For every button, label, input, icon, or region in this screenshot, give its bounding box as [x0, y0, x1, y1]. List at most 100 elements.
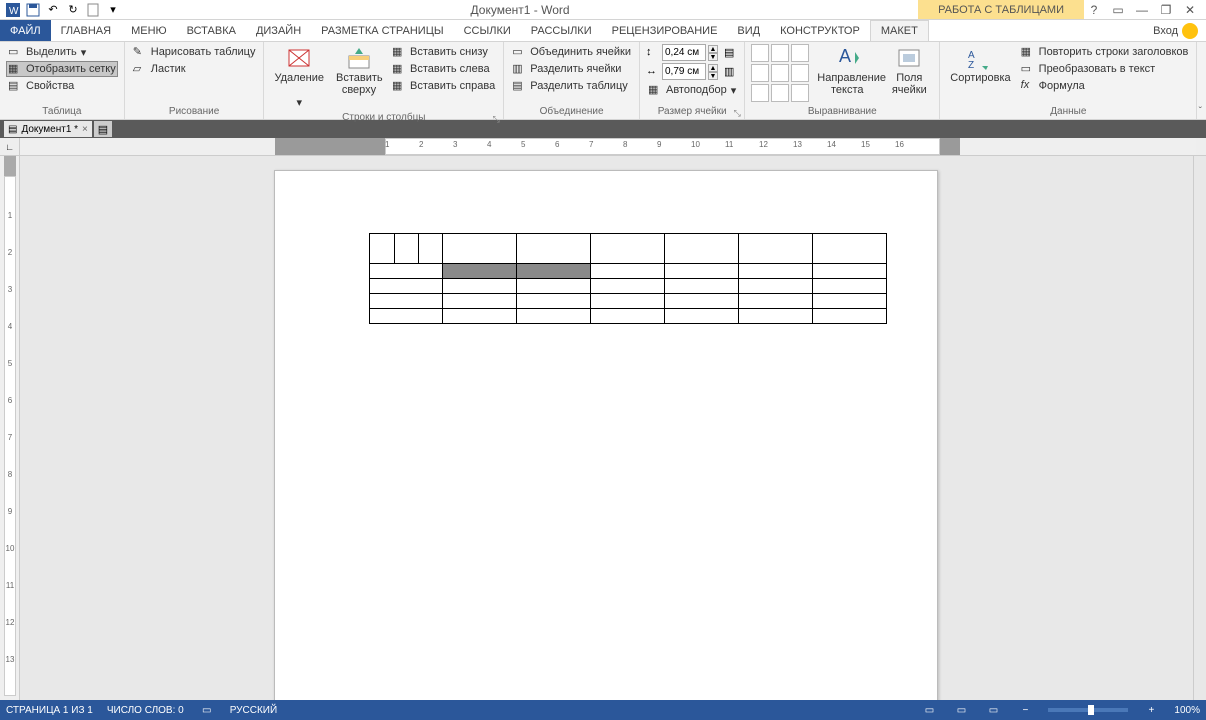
zoom-level[interactable]: 100% — [1174, 705, 1200, 716]
convert-to-text-button[interactable]: ▭Преобразовать в текст — [1019, 61, 1191, 77]
document-canvas[interactable] — [20, 156, 1193, 700]
status-language[interactable]: РУССКИЙ — [230, 705, 277, 716]
zoom-in-button[interactable]: + — [1142, 703, 1160, 717]
table-row[interactable] — [370, 264, 887, 279]
table-cell[interactable] — [370, 279, 443, 294]
new-tab-button[interactable]: ▤ — [94, 121, 112, 137]
table-cell[interactable] — [591, 279, 665, 294]
merge-cells-button[interactable]: ▭Объединить ячейки — [510, 44, 633, 60]
table-cell[interactable] — [739, 264, 813, 279]
table-row[interactable] — [370, 234, 887, 264]
insert-above-button[interactable]: Вставить сверху — [332, 44, 386, 98]
view-read-mode[interactable]: ▭ — [920, 703, 938, 717]
col-width-down[interactable]: ▼ — [708, 72, 718, 80]
table-cell[interactable] — [370, 294, 443, 309]
align-middle-left[interactable] — [751, 64, 769, 82]
vertical-scrollbar[interactable] — [1193, 156, 1206, 700]
table-cell[interactable] — [665, 294, 739, 309]
collapse-ribbon-button[interactable]: ˇ — [1199, 106, 1202, 117]
distribute-rows-icon[interactable]: ▤ — [724, 46, 738, 60]
save-button[interactable] — [24, 1, 42, 19]
view-web-layout[interactable]: ▭ — [984, 703, 1002, 717]
proofing-icon[interactable]: ▭ — [198, 703, 216, 717]
table-cell[interactable] — [813, 309, 887, 324]
close-button[interactable]: ✕ — [1180, 1, 1200, 19]
zoom-out-button[interactable]: − — [1016, 703, 1034, 717]
new-doc-button[interactable] — [84, 1, 102, 19]
table-cell[interactable] — [813, 264, 887, 279]
help-button[interactable]: ? — [1084, 1, 1104, 19]
table-cell[interactable] — [443, 279, 517, 294]
document-tab-close[interactable]: × — [82, 124, 88, 135]
redo-button[interactable]: ↻ — [64, 1, 82, 19]
split-cells-button[interactable]: ▥Разделить ячейки — [510, 61, 633, 77]
delete-button[interactable]: Удаление▾ — [270, 44, 328, 111]
table-cell-selected[interactable] — [517, 264, 591, 279]
zoom-slider[interactable] — [1048, 708, 1128, 712]
tab-table-design[interactable]: КОНСТРУКТОР — [770, 20, 870, 41]
horizontal-ruler[interactable]: 12345678910111213141516 — [20, 138, 1196, 155]
tab-design[interactable]: ДИЗАЙН — [246, 20, 311, 41]
insert-below-button[interactable]: ▦Вставить снизу — [390, 44, 497, 60]
table-cell[interactable] — [370, 264, 443, 279]
document-tab[interactable]: ▤ Документ1 * × — [4, 121, 92, 137]
table-cell[interactable] — [665, 264, 739, 279]
autofit-button[interactable]: ▦Автоподбор ▾ — [646, 82, 738, 98]
tab-menu[interactable]: Меню — [121, 20, 177, 41]
table-row[interactable] — [370, 294, 887, 309]
tab-references[interactable]: ССЫЛКИ — [454, 20, 521, 41]
repeat-headers-button[interactable]: ▦Повторить строки заголовков — [1019, 44, 1191, 60]
sign-in[interactable]: Вход — [1145, 20, 1206, 41]
align-top-left[interactable] — [751, 44, 769, 62]
col-width-input[interactable] — [662, 63, 706, 80]
tab-home[interactable]: ГЛАВНАЯ — [51, 20, 121, 41]
text-direction-button[interactable]: A Направление текста — [813, 44, 881, 98]
document-table[interactable] — [369, 233, 887, 324]
view-gridlines-button[interactable]: ▦Отобразить сетку — [6, 61, 118, 77]
minimize-button[interactable]: — — [1132, 1, 1152, 19]
rows-cols-dialog-launcher[interactable]: ⤡ — [491, 114, 501, 124]
status-word-count[interactable]: ЧИСЛО СЛОВ: 0 — [107, 705, 184, 716]
tab-mailings[interactable]: РАССЫЛКИ — [521, 20, 602, 41]
align-top-right[interactable] — [791, 44, 809, 62]
table-row[interactable] — [370, 279, 887, 294]
table-row[interactable] — [370, 309, 887, 324]
table-cell[interactable] — [813, 279, 887, 294]
row-height-up[interactable]: ▲ — [708, 45, 718, 53]
tab-file[interactable]: ФАЙЛ — [0, 20, 51, 41]
tab-table-layout[interactable]: МАКЕТ — [870, 20, 929, 41]
table-cell[interactable] — [517, 294, 591, 309]
row-height-input[interactable] — [662, 44, 706, 61]
table-cell[interactable] — [591, 234, 665, 264]
row-height-down[interactable]: ▼ — [708, 53, 718, 61]
table-cell-selected[interactable] — [443, 264, 517, 279]
properties-button[interactable]: ▤Свойства — [6, 78, 118, 94]
align-bottom-right[interactable] — [791, 84, 809, 102]
table-cell[interactable] — [419, 234, 443, 264]
select-button[interactable]: ▭Выделить ▾ — [6, 44, 118, 60]
ruler-corner[interactable]: ∟ — [0, 138, 20, 155]
table-cell[interactable] — [517, 234, 591, 264]
table-cell[interactable] — [591, 264, 665, 279]
table-cell[interactable] — [370, 309, 443, 324]
table-cell[interactable] — [813, 234, 887, 264]
tab-view[interactable]: ВИД — [727, 20, 770, 41]
tab-review[interactable]: РЕЦЕНЗИРОВАНИЕ — [602, 20, 728, 41]
distribute-cols-icon[interactable]: ▥ — [724, 65, 738, 79]
table-cell[interactable] — [443, 309, 517, 324]
table-cell[interactable] — [395, 234, 419, 264]
tab-insert[interactable]: ВСТАВКА — [177, 20, 246, 41]
table-cell[interactable] — [370, 234, 395, 264]
table-cell[interactable] — [739, 279, 813, 294]
table-cell[interactable] — [665, 279, 739, 294]
status-page[interactable]: СТРАНИЦА 1 ИЗ 1 — [6, 705, 93, 716]
col-width-up[interactable]: ▲ — [708, 64, 718, 72]
restore-button[interactable]: ❐ — [1156, 1, 1176, 19]
tab-page-layout[interactable]: РАЗМЕТКА СТРАНИЦЫ — [311, 20, 453, 41]
align-middle-center[interactable] — [771, 64, 789, 82]
formula-button[interactable]: fxФормула — [1019, 78, 1191, 94]
table-cell[interactable] — [739, 309, 813, 324]
table-cell[interactable] — [517, 279, 591, 294]
eraser-button[interactable]: ▱Ластик — [131, 61, 258, 77]
table-cell[interactable] — [517, 309, 591, 324]
